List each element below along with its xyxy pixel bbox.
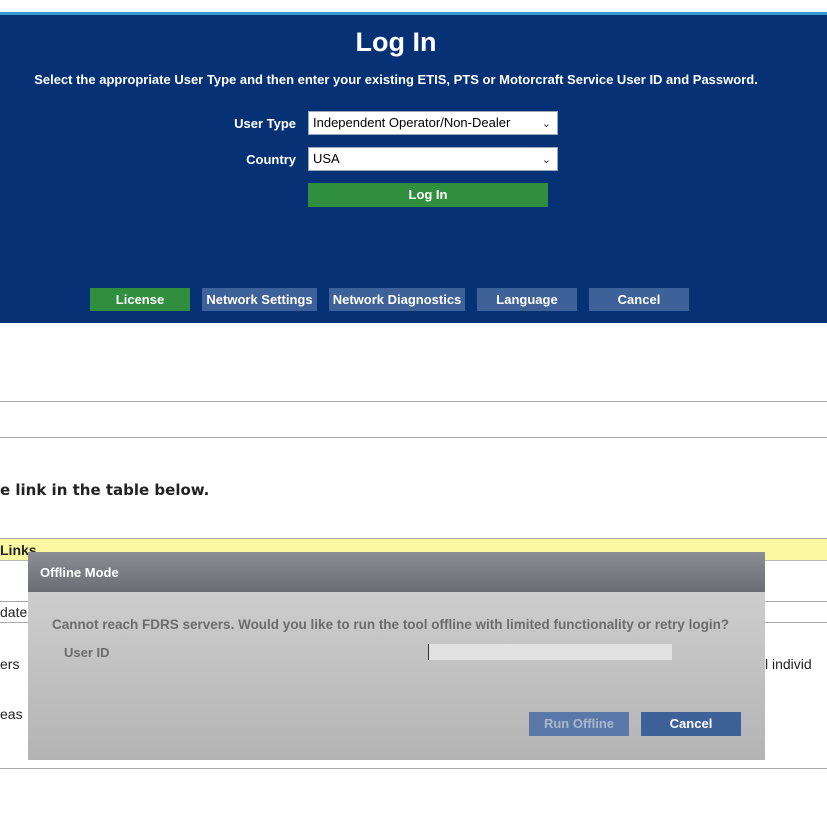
user-id-input[interactable]: [428, 644, 672, 660]
network-diagnostics-button[interactable]: Network Diagnostics: [329, 288, 465, 311]
run-offline-button[interactable]: Run Offline: [529, 712, 629, 736]
table-cell-text: date: [0, 604, 28, 620]
user-id-label: User ID: [64, 645, 110, 660]
user-type-value: Independent Operator/Non-Dealer: [313, 115, 511, 130]
language-button[interactable]: Language: [477, 288, 577, 311]
login-title: Log In: [355, 27, 437, 57]
country-value: USA: [313, 151, 340, 166]
table-cell-text: eas: [0, 706, 23, 722]
dialog-message: Cannot reach FDRS servers. Would you lik…: [52, 617, 730, 632]
table-cell-text: ers: [0, 656, 20, 672]
login-button[interactable]: Log In: [308, 183, 548, 207]
dialog-title: Offline Mode: [40, 565, 119, 580]
page-instruction-text: e link in the table below.: [0, 481, 210, 499]
license-button[interactable]: License: [90, 288, 190, 311]
country-label: Country: [246, 152, 296, 167]
login-panel: Log In Select the appropriate User Type …: [0, 15, 827, 323]
country-select[interactable]: USA ⌄: [308, 147, 558, 171]
network-settings-button[interactable]: Network Settings: [202, 288, 317, 311]
user-type-select[interactable]: Independent Operator/Non-Dealer ⌄: [308, 111, 558, 135]
divider: [0, 768, 827, 769]
offline-mode-dialog: Offline Mode Cannot reach FDRS servers. …: [28, 552, 765, 760]
table-cell-text: l individ: [765, 656, 812, 672]
chevron-down-icon: ⌄: [541, 118, 551, 130]
divider: [0, 401, 827, 402]
divider: [0, 437, 827, 438]
chevron-down-icon: ⌄: [541, 154, 551, 166]
dialog-cancel-button[interactable]: Cancel: [641, 712, 741, 736]
dialog-header[interactable]: Offline Mode: [28, 552, 765, 592]
login-instructions: Select the appropriate User Type and the…: [34, 72, 758, 87]
user-type-label: User Type: [234, 116, 296, 131]
cancel-button[interactable]: Cancel: [589, 288, 689, 311]
